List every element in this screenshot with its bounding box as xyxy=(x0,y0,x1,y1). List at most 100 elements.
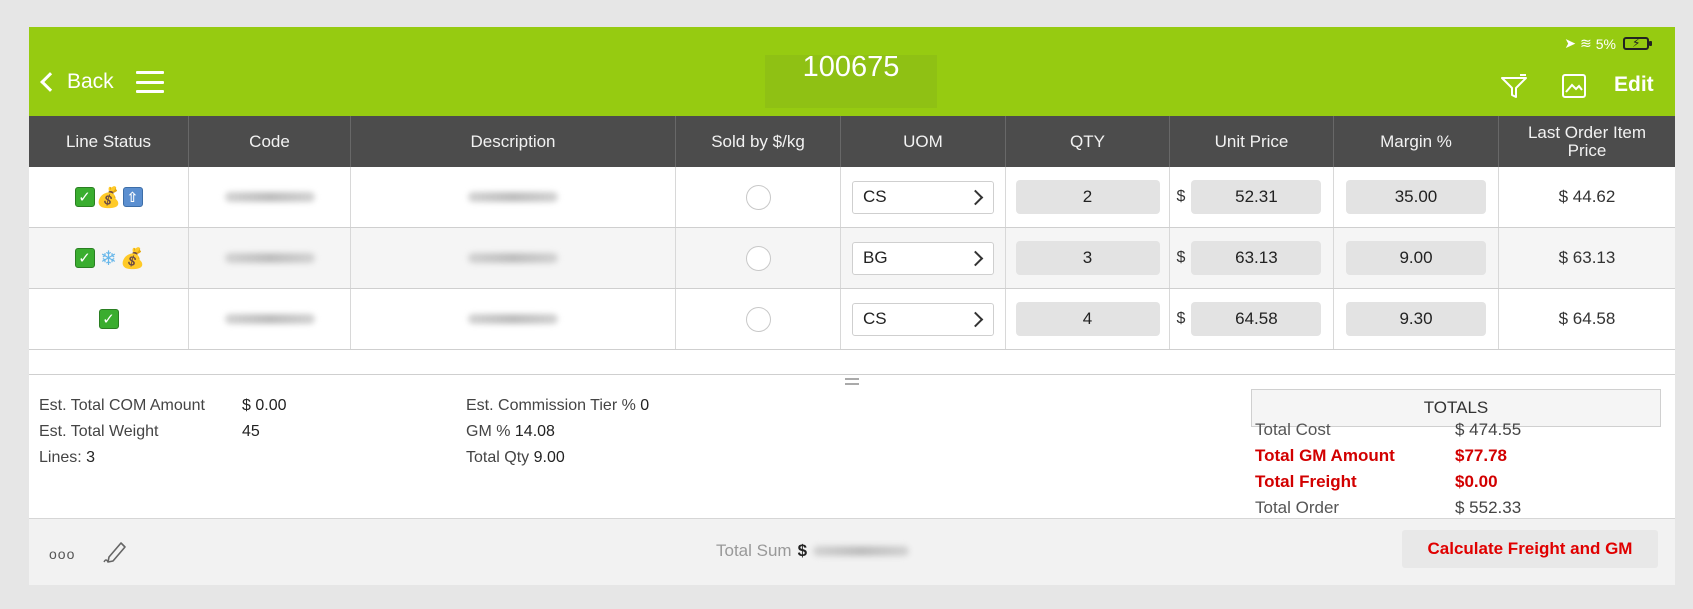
table-row[interactable]: ✓ ❄ 💰 BG 3 $ 63.13 9.00 $ 63.13 xyxy=(29,228,1675,289)
sold-by-kg-radio[interactable] xyxy=(745,245,771,271)
sold-by-kg-radio[interactable] xyxy=(745,184,771,210)
col-unit-price[interactable]: Unit Price xyxy=(1170,116,1334,167)
summary-middle: Est. Commission Tier % 0 GM % 14.08 Tota… xyxy=(466,393,649,471)
total-gm-amount-label: Total GM Amount xyxy=(1255,446,1395,465)
uom-selector[interactable]: CS xyxy=(852,180,994,214)
qty-field[interactable]: 4 xyxy=(1015,302,1160,336)
image-icon[interactable] xyxy=(1560,72,1588,100)
currency-symbol: $ xyxy=(1176,188,1186,205)
col-uom[interactable]: UOM xyxy=(841,116,1006,167)
totals-panel: Total Cost $ 474.55 Total GM Amount $77.78… xyxy=(1255,417,1521,521)
commission-tier-value: 0 xyxy=(640,397,650,414)
unit-price-field[interactable]: 63.13 xyxy=(1191,241,1322,275)
location-icon: ➤ xyxy=(1564,35,1577,51)
calculate-freight-gm-button[interactable]: Calculate Freight and GM xyxy=(1402,530,1658,568)
code-cell xyxy=(189,289,351,349)
line-status-cell: ✓ xyxy=(29,289,189,349)
arrow-up-icon: ⇧ xyxy=(122,187,143,207)
money-bag-icon: 💰 xyxy=(120,247,145,270)
table-row[interactable]: ✓ 💰 ⇧ CS 2 $ 52.31 35.00 $ 44.62 xyxy=(29,167,1675,228)
redacted-total-sum xyxy=(813,546,910,556)
sold-by-kg-radio[interactable] xyxy=(745,306,771,332)
nav-bar: ➤ ≋ 5% ⚡ Back 100675 Edit xyxy=(29,27,1675,116)
gm-percent-value: 14.08 xyxy=(514,423,555,440)
qty-cell: 2 xyxy=(1006,167,1170,227)
redacted-code xyxy=(224,253,315,263)
bottom-toolbar: ooo Total Sum $ Calculate Freight and GM xyxy=(29,518,1675,585)
col-margin[interactable]: Margin % xyxy=(1334,116,1499,167)
redacted-description xyxy=(468,314,558,324)
snowflake-icon: ❄ xyxy=(100,247,117,270)
check-icon: ✓ xyxy=(74,187,95,207)
order-screen: ➤ ≋ 5% ⚡ Back 100675 Edit Line Status Co… xyxy=(29,27,1675,585)
lines-label: Lines: xyxy=(39,449,82,466)
col-last-order-price[interactable]: Last Order Item Price xyxy=(1499,116,1675,167)
summary-divider xyxy=(29,374,1675,375)
edit-button[interactable]: Edit xyxy=(1614,73,1654,97)
table-row[interactable]: ✓ CS 4 $ 64.58 9.30 $ 64.58 xyxy=(29,289,1675,350)
uom-selector[interactable]: BG xyxy=(852,241,994,275)
resize-grip-icon[interactable] xyxy=(845,378,859,385)
last-order-price: $ 64.58 xyxy=(1558,309,1616,328)
back-label: Back xyxy=(67,70,114,93)
unit-price-field[interactable]: 64.58 xyxy=(1191,302,1322,336)
check-icon: ✓ xyxy=(74,248,95,268)
unit-price-cell: $ 52.31 xyxy=(1170,167,1334,227)
total-freight-value: $0.00 xyxy=(1455,472,1498,491)
total-sum: Total Sum $ xyxy=(716,541,910,561)
margin-cell: 9.00 xyxy=(1334,228,1499,288)
description-cell xyxy=(351,289,676,349)
check-icon: ✓ xyxy=(98,309,119,329)
total-gm-amount-value: $77.78 xyxy=(1455,446,1507,465)
last-order-price: $ 63.13 xyxy=(1558,248,1616,267)
col-qty[interactable]: QTY xyxy=(1006,116,1170,167)
redacted-code xyxy=(224,314,315,324)
uom-cell: CS xyxy=(841,289,1006,349)
uom-cell: BG xyxy=(841,228,1006,288)
uom-cell: CS xyxy=(841,167,1006,227)
gm-percent-label: GM % xyxy=(466,423,511,440)
code-cell xyxy=(189,228,351,288)
qty-cell: 3 xyxy=(1006,228,1170,288)
margin-field[interactable]: 35.00 xyxy=(1346,180,1486,214)
chevron-left-icon xyxy=(40,72,60,92)
line-status-cell: ✓ ❄ 💰 xyxy=(29,228,189,288)
col-description[interactable]: Description xyxy=(351,116,676,167)
col-line-status[interactable]: Line Status xyxy=(29,116,189,167)
uom-selector[interactable]: CS xyxy=(852,302,994,336)
col-code[interactable]: Code xyxy=(189,116,351,167)
chevron-right-icon xyxy=(967,250,984,266)
unit-price-field[interactable]: 52.31 xyxy=(1191,180,1322,214)
com-amount-value: $ 0.00 xyxy=(242,397,287,414)
chevron-right-icon xyxy=(967,189,984,205)
total-sum-label: Total Sum xyxy=(716,541,792,560)
margin-field[interactable]: 9.00 xyxy=(1346,241,1486,275)
more-options-icon[interactable]: ooo xyxy=(49,546,75,562)
total-freight-label: Total Freight xyxy=(1255,472,1357,491)
currency-symbol: $ xyxy=(1176,249,1186,266)
total-sum-currency: $ xyxy=(797,541,808,560)
total-qty-value: 9.00 xyxy=(533,449,565,466)
unit-price-cell: $ 64.58 xyxy=(1170,289,1334,349)
lines-value: 3 xyxy=(86,449,96,466)
table-header: Line Status Code Description Sold by $/k… xyxy=(29,116,1675,167)
description-cell xyxy=(351,167,676,227)
margin-cell: 9.30 xyxy=(1334,289,1499,349)
status-bar: ➤ ≋ 5% ⚡ xyxy=(1564,35,1652,52)
line-status-cell: ✓ 💰 ⇧ xyxy=(29,167,189,227)
sold-by-kg-cell xyxy=(676,167,841,227)
back-button[interactable]: Back xyxy=(40,70,114,94)
uom-value: BG xyxy=(863,248,888,267)
filter-icon[interactable] xyxy=(1500,73,1528,101)
chevron-right-icon xyxy=(967,311,984,327)
total-weight-label: Est. Total Weight xyxy=(39,423,159,440)
signature-pen-icon[interactable] xyxy=(101,535,131,565)
battery-percent: 5% xyxy=(1595,35,1616,52)
qty-field[interactable]: 2 xyxy=(1015,180,1160,214)
code-cell xyxy=(189,167,351,227)
qty-field[interactable]: 3 xyxy=(1015,241,1160,275)
menu-icon[interactable] xyxy=(136,71,164,93)
col-sold-by-kg[interactable]: Sold by $/kg xyxy=(676,116,841,167)
margin-field[interactable]: 9.30 xyxy=(1346,302,1486,336)
redacted-description xyxy=(468,192,558,202)
